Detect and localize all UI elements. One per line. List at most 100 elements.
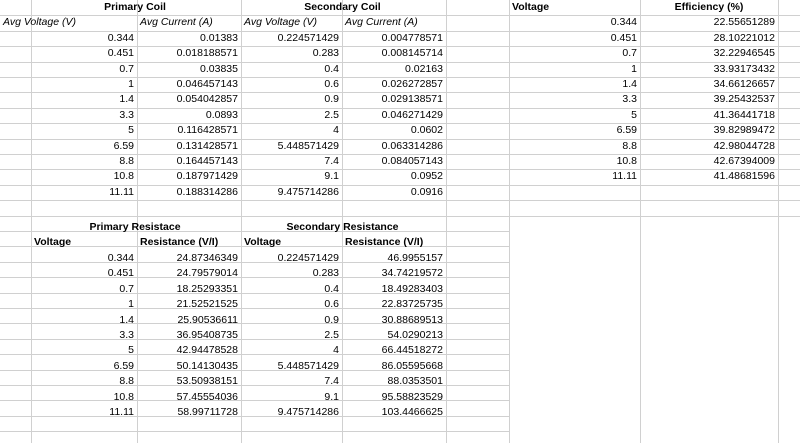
primary-coil-voltage-cell[interactable]: 0.451 [31, 46, 137, 61]
primary-coil-current-cell[interactable]: 0.188314286 [137, 185, 241, 200]
efficiency-efficiency-cell[interactable]: 41.48681596 [640, 169, 778, 184]
efficiency-voltage-cell[interactable]: 8.8 [509, 139, 640, 154]
secondary-coil-current-cell[interactable]: 0.02163 [342, 62, 446, 77]
primary-coil-current-cell[interactable]: 0.01383 [137, 31, 241, 46]
secondary-resistance-voltage-cell[interactable]: 0.224571429 [241, 251, 342, 266]
efficiency-voltage-cell[interactable]: 5 [509, 108, 640, 123]
primary-resistance-voltage-cell[interactable]: 5 [31, 343, 137, 358]
primary-resistance-resistance-cell[interactable]: 24.87346349 [137, 251, 241, 266]
secondary-coil-voltage-cell[interactable]: 0.4 [241, 62, 342, 77]
secondary-coil-current-cell[interactable]: 0.0916 [342, 185, 446, 200]
primary-resistance-voltage-cell[interactable]: 0.344 [31, 251, 137, 266]
primary-coil-voltage-cell[interactable]: 10.8 [31, 169, 137, 184]
secondary-resistance-resistance-cell[interactable]: 34.74219572 [342, 266, 446, 281]
efficiency-efficiency-cell[interactable]: 28.10221012 [640, 31, 778, 46]
secondary-resistance-resistance-cell[interactable]: 95.58823529 [342, 390, 446, 405]
primary-coil-current-cell[interactable]: 0.054042857 [137, 92, 241, 107]
primary-resistance-voltage-cell[interactable]: 11.11 [31, 405, 137, 420]
secondary-resistance-voltage-header[interactable]: Voltage [241, 235, 342, 250]
secondary-resistance-resistance-cell[interactable]: 30.88689513 [342, 313, 446, 328]
secondary-coil-voltage-cell[interactable]: 4 [241, 123, 342, 138]
efficiency-voltage-cell[interactable]: 6.59 [509, 123, 640, 138]
efficiency-voltage-cell[interactable]: 11.11 [509, 169, 640, 184]
efficiency-voltage-cell[interactable]: 0.344 [509, 15, 640, 30]
primary-resistance-resistance-cell[interactable]: 25.90536611 [137, 313, 241, 328]
primary-resistance-voltage-cell[interactable]: 1.4 [31, 313, 137, 328]
secondary-coil-current-cell[interactable]: 0.029138571 [342, 92, 446, 107]
secondary-resistance-voltage-cell[interactable]: 0.6 [241, 297, 342, 312]
primary-resistance-resistance-cell[interactable]: 42.94478528 [137, 343, 241, 358]
primary-resistance-voltage-cell[interactable]: 8.8 [31, 374, 137, 389]
secondary-resistance-voltage-cell[interactable]: 9.475714286 [241, 405, 342, 420]
primary-resistance-resistance-cell[interactable]: 58.99711728 [137, 405, 241, 420]
efficiency-efficiency-cell[interactable]: 41.36441718 [640, 108, 778, 123]
primary-coil-voltage-cell[interactable]: 0.7 [31, 62, 137, 77]
primary-resistance-title[interactable]: Primary Resistace [31, 220, 239, 235]
efficiency-efficiency-cell[interactable]: 22.55651289 [640, 15, 778, 30]
primary-resistance-resistance-cell[interactable]: 36.95408735 [137, 328, 241, 343]
secondary-coil-voltage-cell[interactable]: 0.283 [241, 46, 342, 61]
primary-resistance-voltage-cell[interactable]: 10.8 [31, 390, 137, 405]
primary-resistance-voltage-cell[interactable]: 3.3 [31, 328, 137, 343]
secondary-resistance-title[interactable]: Secondary Resistance [241, 220, 444, 235]
primary-coil-voltage-cell[interactable]: 6.59 [31, 139, 137, 154]
secondary-current-header[interactable]: Avg Current (A) [342, 15, 446, 30]
primary-coil-current-cell[interactable]: 0.018188571 [137, 46, 241, 61]
primary-coil-title[interactable]: Primary Coil [31, 0, 239, 15]
primary-coil-current-cell[interactable]: 0.187971429 [137, 169, 241, 184]
efficiency-efficiency-cell[interactable]: 39.82989472 [640, 123, 778, 138]
secondary-voltage-header[interactable]: Avg Voltage (V) [241, 15, 342, 30]
secondary-resistance-voltage-cell[interactable]: 7.4 [241, 374, 342, 389]
secondary-coil-current-cell[interactable]: 0.008145714 [342, 46, 446, 61]
secondary-resistance-voltage-cell[interactable]: 2.5 [241, 328, 342, 343]
secondary-resistance-voltage-cell[interactable]: 4 [241, 343, 342, 358]
secondary-coil-voltage-cell[interactable]: 9.1 [241, 169, 342, 184]
primary-current-header[interactable]: Avg Current (A) [137, 15, 241, 30]
secondary-resistance-voltage-cell[interactable]: 9.1 [241, 390, 342, 405]
primary-coil-voltage-cell[interactable]: 1.4 [31, 92, 137, 107]
efficiency-efficiency-cell[interactable]: 42.98044728 [640, 139, 778, 154]
secondary-resistance-resistance-cell[interactable]: 18.49283403 [342, 282, 446, 297]
secondary-resistance-resistance-cell[interactable]: 46.9955157 [342, 251, 446, 266]
primary-resistance-voltage-cell[interactable]: 6.59 [31, 359, 137, 374]
primary-resistance-resistance-cell[interactable]: 50.14130435 [137, 359, 241, 374]
secondary-coil-voltage-cell[interactable]: 7.4 [241, 154, 342, 169]
secondary-coil-current-cell[interactable]: 0.0602 [342, 123, 446, 138]
secondary-coil-current-cell[interactable]: 0.084057143 [342, 154, 446, 169]
secondary-resistance-voltage-cell[interactable]: 5.448571429 [241, 359, 342, 374]
primary-coil-voltage-cell[interactable]: 11.11 [31, 185, 137, 200]
efficiency-voltage-cell[interactable]: 0.451 [509, 31, 640, 46]
primary-coil-current-cell[interactable]: 0.131428571 [137, 139, 241, 154]
primary-resistance-voltage-header[interactable]: Voltage [31, 235, 137, 250]
primary-resistance-resistance-cell[interactable]: 53.50938151 [137, 374, 241, 389]
primary-resistance-resistance-cell[interactable]: 18.25293351 [137, 282, 241, 297]
spreadsheet-grid[interactable]: Primary Coil Avg Voltage (V) Avg Current… [0, 0, 800, 443]
primary-voltage-header[interactable]: Avg Voltage (V) [0, 15, 137, 30]
primary-coil-voltage-cell[interactable]: 1 [31, 77, 137, 92]
secondary-coil-voltage-cell[interactable]: 2.5 [241, 108, 342, 123]
primary-resistance-voltage-cell[interactable]: 0.7 [31, 282, 137, 297]
secondary-coil-voltage-cell[interactable]: 9.475714286 [241, 185, 342, 200]
efficiency-voltage-header[interactable]: Voltage [509, 0, 609, 15]
primary-coil-voltage-cell[interactable]: 8.8 [31, 154, 137, 169]
efficiency-efficiency-cell[interactable]: 33.93173432 [640, 62, 778, 77]
primary-resistance-voltage-cell[interactable]: 0.451 [31, 266, 137, 281]
secondary-resistance-header[interactable]: Resistance (V/I) [342, 235, 446, 250]
efficiency-efficiency-cell[interactable]: 39.25432537 [640, 92, 778, 107]
efficiency-voltage-cell[interactable]: 0.7 [509, 46, 640, 61]
secondary-resistance-resistance-cell[interactable]: 86.05595668 [342, 359, 446, 374]
primary-resistance-resistance-cell[interactable]: 21.52521525 [137, 297, 241, 312]
secondary-coil-current-cell[interactable]: 0.0952 [342, 169, 446, 184]
primary-coil-current-cell[interactable]: 0.116428571 [137, 123, 241, 138]
secondary-resistance-resistance-cell[interactable]: 66.44518272 [342, 343, 446, 358]
efficiency-voltage-cell[interactable]: 1 [509, 62, 640, 77]
secondary-coil-voltage-cell[interactable]: 5.448571429 [241, 139, 342, 154]
secondary-coil-current-cell[interactable]: 0.046271429 [342, 108, 446, 123]
secondary-resistance-resistance-cell[interactable]: 88.0353501 [342, 374, 446, 389]
secondary-coil-current-cell[interactable]: 0.026272857 [342, 77, 446, 92]
primary-coil-current-cell[interactable]: 0.03835 [137, 62, 241, 77]
secondary-resistance-voltage-cell[interactable]: 0.9 [241, 313, 342, 328]
secondary-coil-voltage-cell[interactable]: 0.224571429 [241, 31, 342, 46]
efficiency-voltage-cell[interactable]: 10.8 [509, 154, 640, 169]
efficiency-efficiency-cell[interactable]: 42.67394009 [640, 154, 778, 169]
